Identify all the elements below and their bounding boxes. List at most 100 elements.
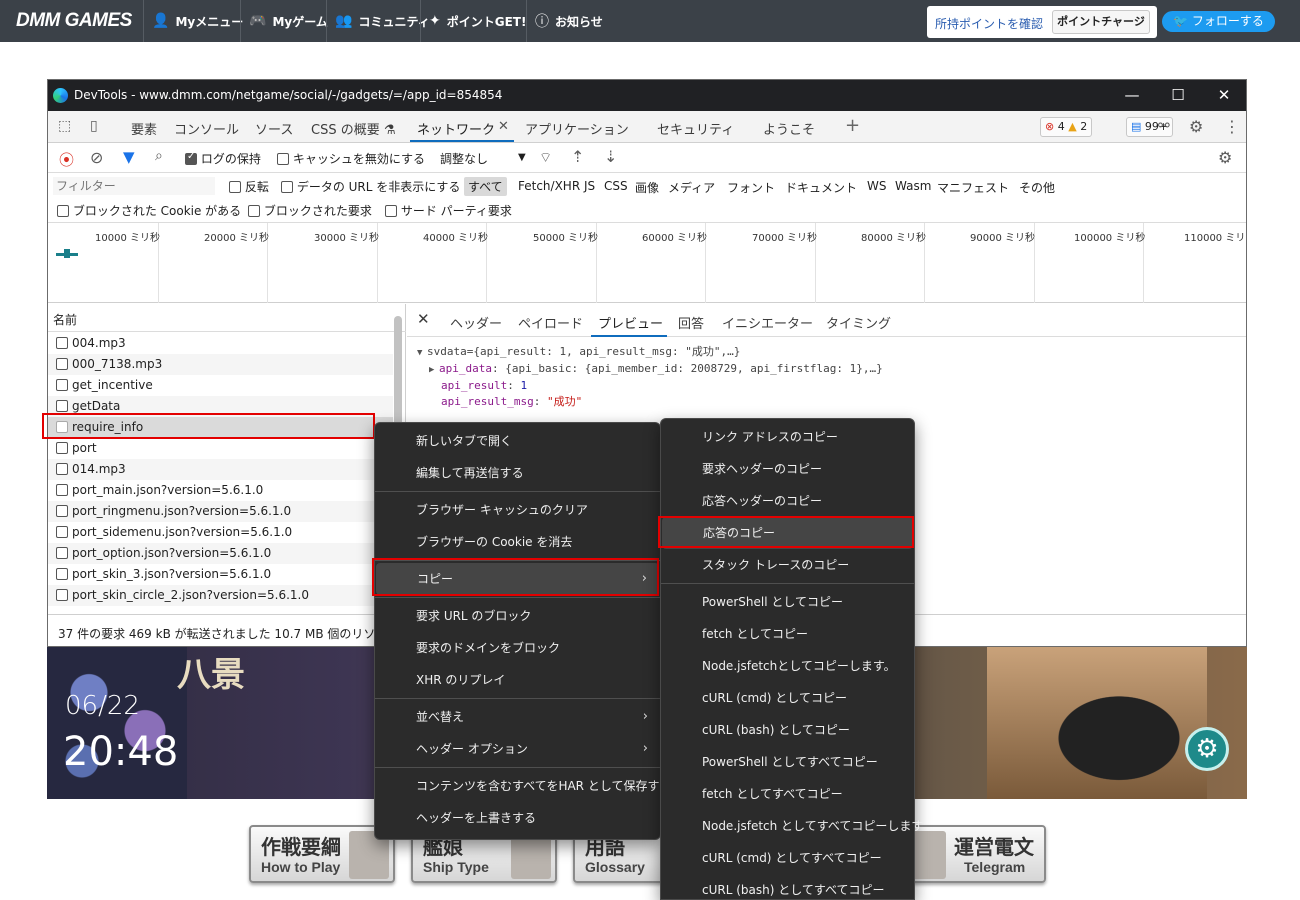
blocked-requests-checkbox[interactable]: ブロックされた要求 <box>248 202 372 219</box>
request-row[interactable]: port_ringmenu.json?version=5.6.1.0 <box>48 501 393 522</box>
request-row[interactable]: port_main.json?version=5.6.1.0 <box>48 480 393 501</box>
chevron-down-icon[interactable]: ▼ <box>518 152 526 163</box>
menu-edit-resend[interactable]: 編集して再送信する <box>375 457 660 489</box>
filter-icon[interactable]: ▼ <box>123 148 135 166</box>
add-tab-icon[interactable]: + <box>845 115 860 136</box>
collapse-triangle-icon[interactable]: ▶ <box>429 362 439 378</box>
column-header-name[interactable]: 名前 <box>48 304 406 332</box>
network-conditions-icon[interactable]: ⌔ <box>539 149 552 167</box>
upload-icon[interactable]: ⇡ <box>571 147 584 166</box>
network-settings-icon[interactable]: ⚙ <box>1218 148 1232 167</box>
tab-elements[interactable]: 要素 <box>131 119 157 138</box>
request-row[interactable]: port_skin_circle_2.json?version=5.6.1.0 <box>48 585 393 606</box>
request-row[interactable]: 014.mp3 <box>48 459 393 480</box>
tab-application[interactable]: アプリケーション <box>525 119 629 138</box>
preview-root-line[interactable]: ▼ svdata={api_result: 1, api_result_msg: … <box>417 344 883 361</box>
menu-copy-all-fetch[interactable]: fetch としてすべてコピー <box>661 778 914 810</box>
request-row[interactable]: 000_7138.mp3 <box>48 354 393 375</box>
filter-type-font[interactable]: フォント <box>727 179 775 196</box>
menu-override-headers[interactable]: ヘッダーを上書きする <box>375 802 660 834</box>
network-overview-timeline[interactable]: 10000 ミリ秒 20000 ミリ秒 30000 ミリ秒 40000 ミリ秒 … <box>48 223 1246 303</box>
menu-replay-xhr[interactable]: XHR のリプレイ <box>375 664 660 696</box>
tab-console[interactable]: コンソール <box>174 119 239 138</box>
nav-my-games[interactable]: 🎮 Myゲーム <box>240 0 336 42</box>
row-checkbox[interactable] <box>56 547 68 559</box>
row-checkbox[interactable] <box>56 421 68 433</box>
checkbox-checked[interactable] <box>185 151 197 165</box>
filter-type-css[interactable]: CSS <box>604 179 628 193</box>
menu-copy-all-nodejs-fetch[interactable]: Node.jsfetch としてすべてコピーします <box>661 810 923 842</box>
tab-preview[interactable]: プレビュー <box>598 313 663 332</box>
request-list-scrollbar[interactable] <box>394 316 402 426</box>
filter-type-fetch-xhr[interactable]: Fetch/XHR <box>518 179 580 193</box>
menu-block-url[interactable]: 要求 URL のブロック <box>375 600 660 632</box>
menu-copy-curl-bash[interactable]: cURL (bash) としてコピー <box>661 714 914 746</box>
nav-my-menu[interactable]: 👤 Myメニュー <box>143 0 251 42</box>
blocked-cookies-checkbox[interactable]: ブロックされた Cookie がある <box>57 202 241 219</box>
menu-copy-response[interactable]: 応答のコピー <box>662 517 913 549</box>
preview-api-data-line[interactable]: ▶ api_data: {api_basic: {api_member_id: 2… <box>417 361 883 378</box>
request-row[interactable]: getData <box>48 396 393 417</box>
menu-copy-all-powershell[interactable]: PowerShell としてすべてコピー <box>661 746 914 778</box>
close-detail-icon[interactable]: ✕ <box>417 310 430 328</box>
request-row[interactable]: 004.mp3 <box>48 333 393 354</box>
row-checkbox[interactable] <box>56 505 68 517</box>
menu-copy-all-curl-cmd[interactable]: cURL (cmd) としてすべてコピー <box>661 842 914 874</box>
filter-type-other[interactable]: その他 <box>1019 179 1055 196</box>
tab-sources[interactable]: ソース <box>255 119 293 138</box>
filter-type-js[interactable]: JS <box>584 179 595 193</box>
expand-triangle-icon[interactable]: ▼ <box>417 345 427 361</box>
device-emulation-icon[interactable]: ▯ <box>90 118 98 134</box>
menu-copy-request-headers[interactable]: 要求ヘッダーのコピー <box>661 453 914 485</box>
tab-payload[interactable]: ペイロード <box>518 313 583 332</box>
filter-type-ws[interactable]: WS <box>867 179 886 193</box>
checkbox[interactable] <box>385 205 397 217</box>
error-warning-badge[interactable]: ⊗ 4 ▲ 2 <box>1040 117 1093 137</box>
filter-type-wasm[interactable]: Wasm <box>895 179 931 193</box>
menu-copy-stack-trace[interactable]: スタック トレースのコピー <box>661 549 914 581</box>
row-checkbox[interactable] <box>56 337 68 349</box>
menu-copy-response-headers[interactable]: 応答ヘッダーのコピー <box>661 485 914 517</box>
row-checkbox[interactable] <box>56 358 68 370</box>
third-party-checkbox[interactable]: サード パーティ要求 <box>385 202 512 219</box>
nav-point-get[interactable]: ✦ ポイントGET! <box>420 0 534 42</box>
row-checkbox[interactable] <box>56 400 68 412</box>
tab-welcome[interactable]: ようこそ <box>763 119 815 138</box>
menu-open-new-tab[interactable]: 新しいタブで開く <box>375 425 660 457</box>
tab-network[interactable]: ネットワーク <box>417 119 495 138</box>
menu-copy-link-address[interactable]: リンク アドレスのコピー <box>661 421 914 453</box>
check-points-link[interactable]: 所持ポイントを確認 <box>935 15 1043 32</box>
menu-clear-cookies[interactable]: ブラウザーの Cookie を消去 <box>375 526 660 558</box>
tab-initiator[interactable]: イニシエーター <box>722 313 813 332</box>
row-checkbox[interactable] <box>56 526 68 538</box>
tab-security[interactable]: セキュリティ <box>657 119 734 138</box>
record-icon[interactable]: ⦿ <box>59 149 74 170</box>
clear-icon[interactable]: ⊘ <box>90 148 103 167</box>
menu-block-domain[interactable]: 要求のドメインをブロック <box>375 632 660 664</box>
dmm-logo[interactable]: DMM GAMES <box>16 10 132 32</box>
checkbox[interactable] <box>277 153 289 165</box>
settings-gear-icon[interactable]: ⚙ <box>1189 117 1203 136</box>
checkbox[interactable] <box>229 181 241 193</box>
throttling-select[interactable]: 調整なし <box>440 150 488 167</box>
tab-css-overview[interactable]: CSS の概要 ⚗ <box>311 119 396 138</box>
close-window-button[interactable]: ✕ <box>1213 85 1235 105</box>
preserve-log-checkbox[interactable]: ログの保持 <box>185 150 261 167</box>
request-row[interactable]: get_incentive <box>48 375 393 396</box>
menu-copy-powershell[interactable]: PowerShell としてコピー <box>661 586 914 618</box>
request-row[interactable]: port_option.json?version=5.6.1.0 <box>48 543 393 564</box>
filter-type-media[interactable]: メディア <box>668 179 715 196</box>
row-checkbox[interactable] <box>56 379 68 391</box>
menu-copy-curl-cmd[interactable]: cURL (cmd) としてコピー <box>661 682 914 714</box>
tab-timing[interactable]: タイミング <box>826 313 891 332</box>
checkbox[interactable] <box>57 205 69 217</box>
row-checkbox[interactable] <box>56 484 68 496</box>
menu-save-har[interactable]: コンテンツを含むすべてをHAR として保存する <box>375 770 671 802</box>
filter-type-image[interactable]: 画像 <box>635 179 659 196</box>
nav-notices[interactable]: ⓘ お知らせ <box>526 0 611 42</box>
filter-input[interactable] <box>53 177 215 195</box>
hide-data-urls-checkbox[interactable]: データの URL を非表示にする <box>281 178 460 195</box>
inspect-element-icon[interactable]: ⬚ <box>58 118 71 134</box>
request-row-selected[interactable]: require_info <box>48 417 393 438</box>
tab-response[interactable]: 回答 <box>678 313 704 332</box>
